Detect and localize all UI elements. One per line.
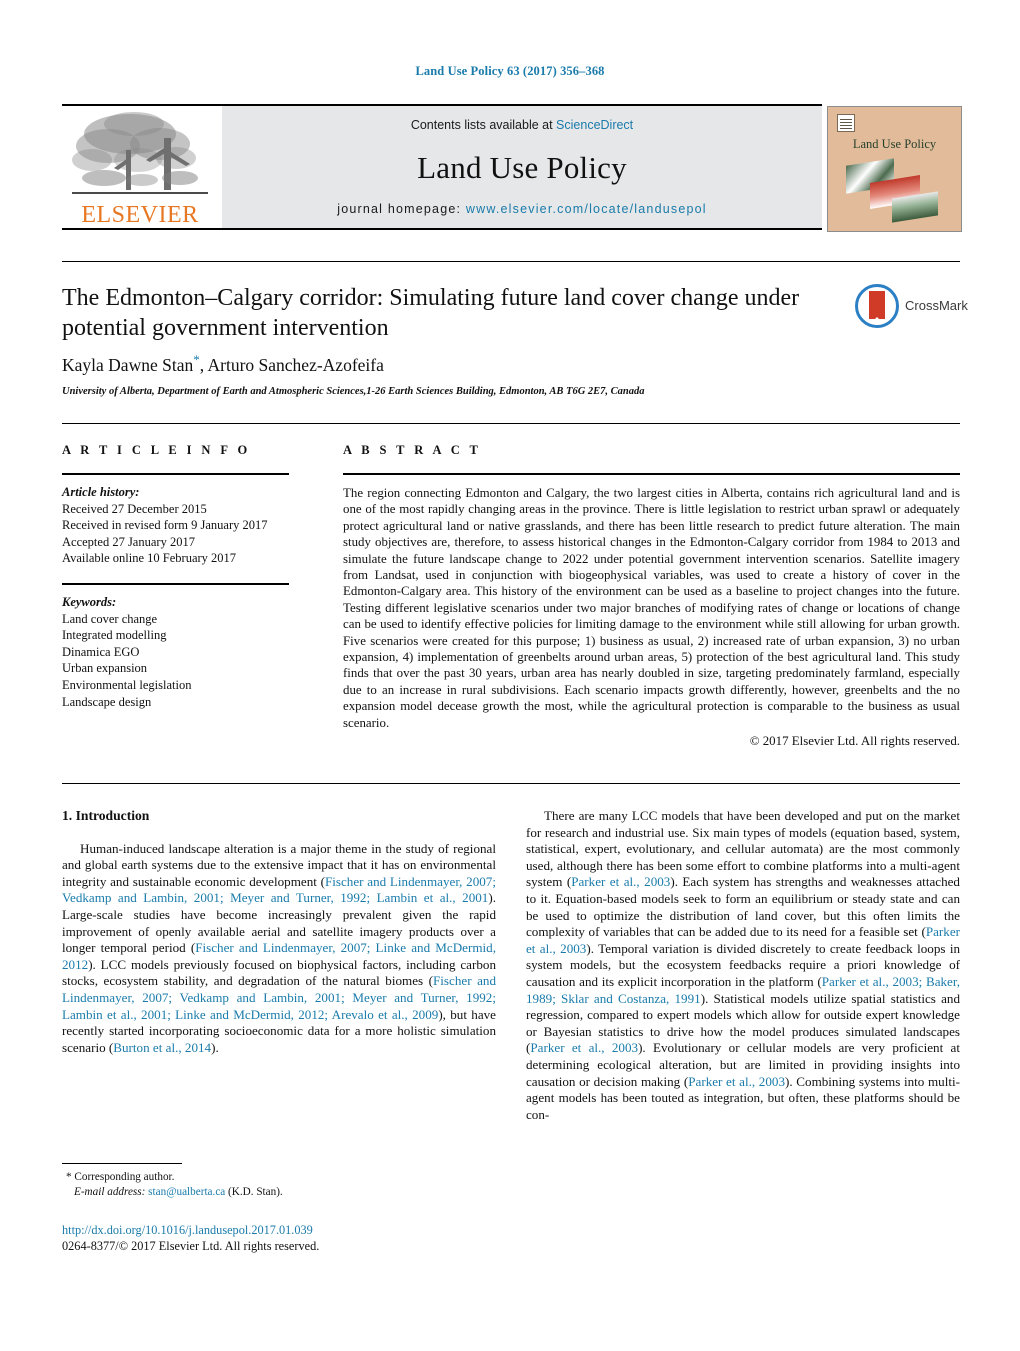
abstract-bottom-separator [62, 783, 960, 784]
article-info-column: A R T I C L E I N F O Article history: R… [62, 443, 310, 710]
footnote-rule [62, 1163, 182, 1164]
author-secondary: , Arturo Sanchez-Azofeifa [199, 354, 384, 375]
email-suffix: (K.D. Stan). [228, 1185, 283, 1198]
author-affiliation: University of Alberta, Department of Ear… [62, 386, 645, 397]
crossmark-icon [855, 284, 899, 328]
text-run: ). LCC models previously focused on biop… [62, 956, 496, 989]
keywords-block: Keywords: Land cover change Integrated m… [62, 594, 310, 710]
title-separator [62, 261, 960, 262]
journal-title: Land Use Policy [417, 150, 627, 185]
article-history-item: Available online 10 February 2017 [62, 551, 237, 566]
article-info-heading: A R T I C L E I N F O [62, 443, 251, 457]
sciencedirect-link[interactable]: ScienceDirect [556, 118, 633, 132]
abstract-text: The region connecting Edmonton and Calga… [343, 486, 960, 730]
journal-homepage-line: journal homepage: www.elsevier.com/locat… [222, 202, 822, 216]
citation-link[interactable]: Parker et al., 2003 [571, 874, 670, 889]
cover-journal-title: Land Use Policy [852, 137, 937, 151]
elsevier-wordmark: ELSEVIER [81, 202, 199, 228]
title-line-1: The Edmonton–Calgary corridor: Simulatin… [62, 285, 739, 311]
article-history-item: Received 27 December 2015 [62, 501, 207, 516]
intro-paragraph-right: There are many LCC models that have been… [526, 808, 960, 1123]
citation-link[interactable]: Parker et al., 2003 [688, 1074, 785, 1089]
body-column-left: 1. Introduction Human-induced landscape … [62, 808, 496, 1056]
homepage-prefix: journal homepage: [337, 202, 466, 216]
cover-elsevier-mini-icon [837, 114, 855, 132]
article-history-item: Received in revised form 9 January 2017 [62, 518, 268, 533]
footnote-block: * Corresponding author. E-mail address: … [62, 1170, 496, 1199]
article-history-label: Article history: [62, 485, 140, 499]
crossmark-label: CrossMark [905, 298, 968, 313]
author-primary: Kayla Dawne Stan [62, 354, 194, 375]
email-label: E-mail address: [74, 1185, 146, 1198]
doi-link[interactable]: http://dx.doi.org/10.1016/j.landusepol.2… [62, 1222, 562, 1238]
abstract-column: A B S T R A C T The region connecting Ed… [343, 443, 960, 749]
abstract-rule [343, 473, 960, 475]
email-note: E-mail address: stan@ualberta.ca (K.D. S… [62, 1185, 496, 1200]
keyword-item: Land cover change [62, 611, 158, 626]
abstract-heading: A B S T R A C T [343, 443, 482, 457]
crossmark-badge-group[interactable]: CrossMark [855, 284, 968, 330]
paper-page: Land Use Policy 63 (2017) 356–368 ELSEVI… [0, 0, 1020, 1351]
text-run: ). [211, 1039, 219, 1055]
citation-link[interactable]: Burton et al., 2014 [113, 1040, 211, 1055]
masthead-rule-bottom [62, 228, 822, 230]
keyword-item: Urban expansion [62, 661, 148, 676]
keyword-item: Landscape design [62, 694, 152, 709]
article-info-rule-bottom [62, 582, 289, 585]
section-heading-introduction: 1. Introduction [62, 808, 150, 823]
author-list: Kayla Dawne Stan*, Arturo Sanchez-Azofei… [62, 352, 842, 376]
article-history-block: Article history: Received 27 December 20… [62, 484, 310, 567]
masthead-panel: Contents lists available at ScienceDirec… [222, 106, 822, 228]
journal-masthead: ELSEVIER Contents lists available at Sci… [62, 104, 962, 232]
citation-link[interactable]: Parker et al., 2003 [530, 1040, 638, 1055]
abstract-top-separator [62, 423, 960, 424]
issn-copyright-line: 0264-8377/© 2017 Elsevier Ltd. All right… [62, 1239, 320, 1253]
journal-cover-thumbnail: Land Use Policy [827, 106, 962, 232]
keyword-item: Environmental legislation [62, 677, 192, 692]
keyword-item: Integrated modelling [62, 628, 167, 643]
abstract-copyright: © 2017 Elsevier Ltd. All rights reserved… [749, 734, 960, 749]
keyword-item: Dinamica EGO [62, 644, 140, 659]
page-title: The Edmonton–Calgary corridor: Simulatin… [62, 283, 832, 343]
contents-available-line: Contents lists available at ScienceDirec… [222, 118, 822, 132]
keywords-label: Keywords: [62, 594, 117, 609]
article-info-rule-top [62, 473, 289, 475]
running-head: Land Use Policy 63 (2017) 356–368 [415, 64, 605, 78]
article-history-item: Accepted 27 January 2017 [62, 534, 195, 549]
email-link[interactable]: stan@ualberta.ca [148, 1186, 225, 1198]
contents-prefix: Contents lists available at [410, 118, 557, 132]
crossmark-book-shape [869, 291, 885, 325]
elsevier-logo: ELSEVIER [62, 108, 218, 228]
homepage-url-link[interactable]: www.elsevier.com/locate/landusepol [466, 202, 707, 216]
body-column-right: There are many LCC models that have been… [526, 808, 960, 1123]
elsevier-tree-icon [72, 112, 208, 194]
doi-block: http://dx.doi.org/10.1016/j.landusepol.2… [62, 1222, 562, 1254]
intro-paragraph-left: Human-induced landscape alteration is a … [62, 841, 496, 1057]
corresponding-author-note: * Corresponding author. [66, 1171, 175, 1183]
